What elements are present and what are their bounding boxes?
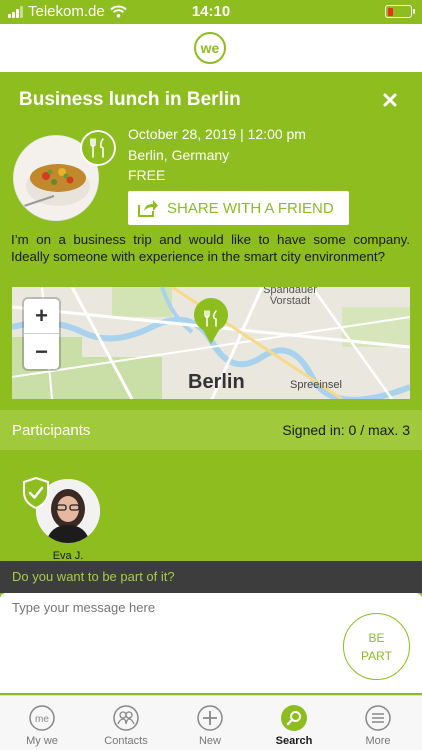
be-part-button[interactable]: BE PART (343, 613, 410, 680)
tab-label: New (198, 735, 221, 747)
share-label: SHARE WITH A FRIEND (167, 199, 334, 217)
tab-my-we[interactable]: me My we (0, 696, 84, 750)
tab-label: More (365, 735, 391, 747)
map-district-label-2: Spandauer Vorstadt (263, 287, 317, 307)
verified-shield-icon (23, 477, 49, 509)
message-input[interactable] (12, 600, 330, 615)
page-title: Business lunch in Berlin (19, 89, 241, 110)
participants-title: Participants (12, 421, 91, 439)
status-bar: Telekom.de 14:10 (0, 0, 422, 24)
tab-contacts[interactable]: Contacts (84, 696, 168, 750)
menu-icon (365, 705, 391, 731)
tab-bar: me My we Contacts New Search More (0, 695, 422, 750)
fork-knife-icon (80, 130, 116, 166)
participants-bar: Participants Signed in: 0 / max. 3 (0, 410, 422, 450)
event-datetime: October 28, 2019 | 12:00 pm (128, 126, 306, 142)
tab-search[interactable]: Search (252, 696, 336, 750)
we-logo: we (194, 32, 226, 64)
zoom-out-button[interactable]: − (24, 334, 59, 369)
be-part-line1: BE (368, 630, 385, 645)
close-icon[interactable] (380, 90, 400, 110)
top-bar: we (0, 24, 422, 72)
tab-more[interactable]: More (336, 696, 420, 750)
battery-icon (385, 5, 415, 18)
map-city-label: Berlin (188, 371, 245, 393)
signed-in-count: Signed in: 0 / max. 3 (282, 422, 410, 438)
be-part-line2: PART (361, 648, 392, 663)
event-location: Berlin, Germany (128, 147, 230, 163)
event-map[interactable]: + − Berlin Spreeinsel Spandauer Vorstadt (12, 287, 410, 399)
plus-icon (197, 705, 223, 731)
status-time: 14:10 (191, 3, 231, 20)
my-we-icon: me (29, 705, 55, 731)
join-bar: Do you want to be part of it? (0, 561, 422, 593)
zoom-in-button[interactable]: + (24, 299, 59, 334)
share-button[interactable]: SHARE WITH A FRIEND (128, 191, 349, 225)
share-icon (138, 200, 158, 217)
tab-new[interactable]: New (168, 696, 252, 750)
tab-label: Search (275, 735, 313, 747)
event-description: I’m on a business trip and would like to… (11, 232, 410, 264)
map-district-label: Spreeinsel (290, 379, 342, 391)
join-prompt: Do you want to be part of it? (12, 569, 175, 584)
search-icon (281, 705, 307, 731)
tab-label: My we (26, 735, 58, 747)
event-price: FREE (128, 167, 166, 183)
tab-label: Contacts (104, 735, 148, 747)
zoom-control: + − (24, 299, 59, 369)
map-marker-icon[interactable] (192, 298, 230, 346)
contacts-icon (113, 705, 139, 731)
svg-text:me: me (35, 714, 49, 725)
